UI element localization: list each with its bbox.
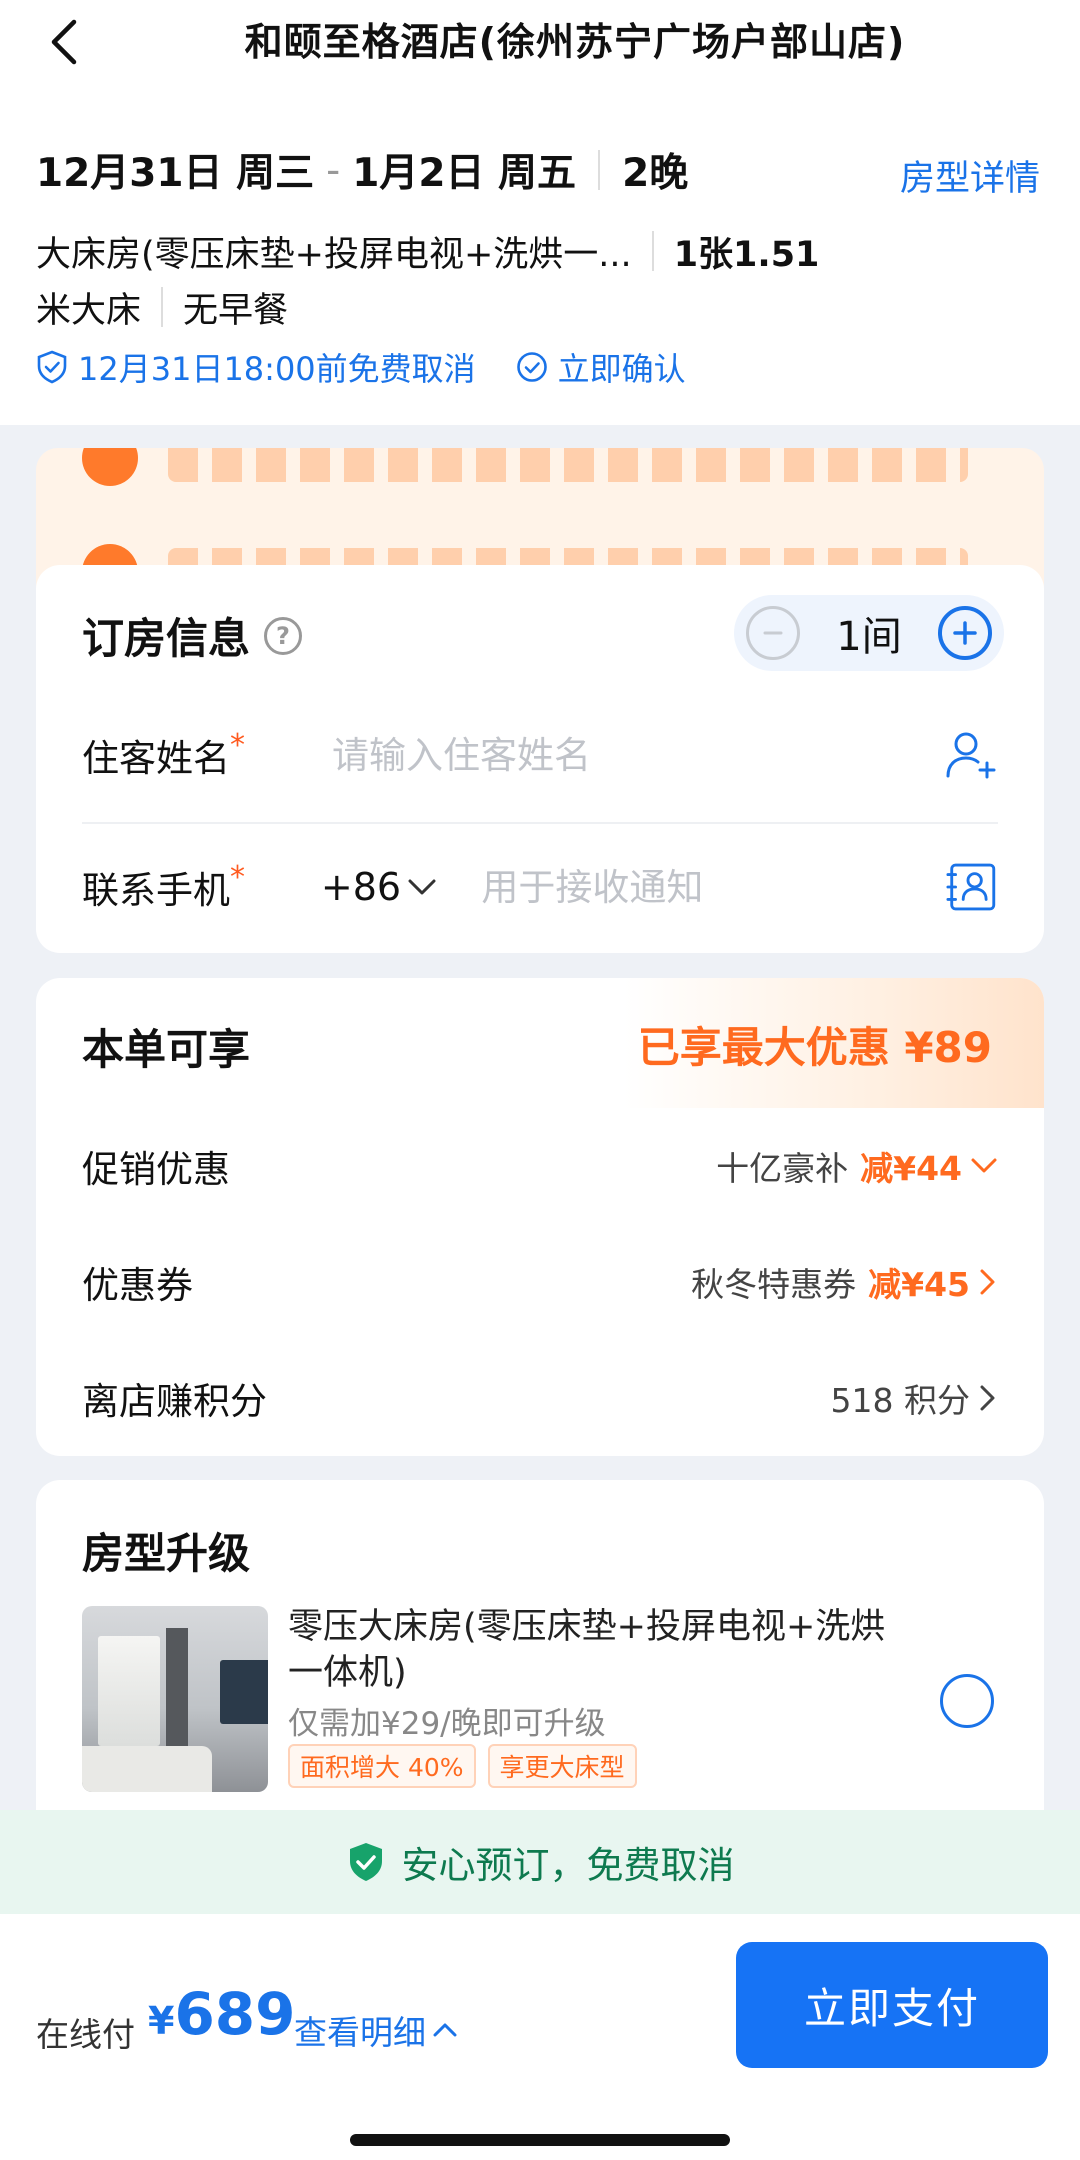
points-value: 518 积分 bbox=[831, 1374, 998, 1422]
decrease-button[interactable] bbox=[746, 606, 800, 660]
upgrade-price-note: 仅需加¥29/晚即可升级 bbox=[288, 1706, 606, 1742]
room-upgrade-card: 房型升级 零压大床房(零压床垫+投屏电视+洗烘一体机) 仅需加¥29/晚即可升级… bbox=[36, 1480, 1044, 1820]
add-guest-icon[interactable] bbox=[944, 728, 998, 782]
phone-input[interactable] bbox=[481, 865, 947, 909]
chevron-left-icon bbox=[51, 19, 77, 65]
room-quantity-stepper: 1间 bbox=[734, 595, 1004, 671]
divider bbox=[161, 287, 164, 327]
promo-discount-row[interactable]: 促销优惠 十亿豪补 减¥44 bbox=[82, 1136, 998, 1196]
divider bbox=[651, 231, 654, 271]
bed-info-cont: 米大床 bbox=[36, 290, 142, 331]
home-indicator bbox=[350, 2134, 730, 2146]
phone-row: 联系手机* +86 bbox=[82, 827, 998, 947]
discounts-card: 本单可享 已享最大优惠 ¥89 促销优惠 十亿豪补 减¥44 优惠券 秋冬特惠券… bbox=[36, 978, 1044, 1456]
bed-info: 1张1.51 bbox=[673, 234, 820, 275]
chevron-down-icon bbox=[408, 879, 436, 895]
minus-icon bbox=[763, 631, 783, 635]
promo-discount-label: 促销优惠 bbox=[82, 1148, 230, 1191]
coupon-value: 秋冬特惠券 减¥45 bbox=[691, 1258, 998, 1306]
room-name: 大床房(零压床垫+投屏电视+洗烘一... bbox=[36, 234, 632, 275]
thumb-tv bbox=[220, 1660, 268, 1724]
bottom-pay-bar: 在线付 ¥689 查看明细 立即支付 bbox=[0, 1914, 1080, 2160]
guest-name-row: 住客姓名* bbox=[82, 695, 998, 815]
pay-now-button[interactable]: 立即支付 bbox=[736, 1942, 1048, 2068]
shield-check-icon bbox=[37, 350, 67, 384]
divider bbox=[598, 150, 601, 190]
booking-title-text: 订房信息 bbox=[82, 614, 251, 663]
upgrade-radio[interactable] bbox=[940, 1674, 994, 1728]
country-code-select[interactable]: +86 bbox=[321, 865, 482, 909]
total-price: ¥689 bbox=[148, 1980, 296, 2048]
price-detail-link[interactable]: 查看明细 bbox=[294, 2006, 458, 2054]
nights-count: 2晚 bbox=[622, 151, 689, 196]
promo-discount-value: 十亿豪补 减¥44 bbox=[716, 1142, 998, 1190]
phone-label: 联系手机* bbox=[82, 860, 245, 912]
points-row[interactable]: 离店赚积分 518 积分 bbox=[82, 1368, 998, 1428]
guest-name-label: 住客姓名* bbox=[82, 728, 245, 780]
safe-banner-text: 安心预订，免费取消 bbox=[401, 1844, 735, 1887]
shield-check-icon bbox=[349, 1843, 382, 1881]
tag-bed: 享更大床型 bbox=[487, 1744, 637, 1788]
pay-label: 在线付 bbox=[36, 2015, 135, 2054]
breakfast-info: 无早餐 bbox=[183, 290, 289, 331]
divider bbox=[82, 822, 998, 824]
booking-title: 订房信息 ? bbox=[82, 605, 303, 666]
tag-area: 面积增大 40% bbox=[288, 1744, 476, 1788]
upgrade-room-name: 零压大床房(零压床垫+投屏电视+洗烘一体机) bbox=[288, 1607, 886, 1693]
instant-confirm-badge: 立即确认 bbox=[516, 344, 686, 390]
room-info: 大床房(零压床垫+投屏电视+洗烘一... 1张1.51 bbox=[36, 226, 819, 276]
thumb-bed bbox=[82, 1746, 212, 1792]
points-label: 离店赚积分 bbox=[82, 1380, 267, 1423]
cancel-policy-badge[interactable]: 12月31日18:00前免费取消 bbox=[36, 344, 476, 390]
back-button[interactable] bbox=[36, 14, 92, 70]
upgrade-tags: 面积增大 40% 享更大床型 bbox=[288, 1744, 649, 1788]
order-header: 和颐至格酒店(徐州苏宁广场户部山店) 12月31日 周三 - 1月2日 周五 2… bbox=[0, 0, 1080, 425]
chevron-up-icon bbox=[433, 2023, 457, 2037]
instant-confirm-text: 立即确认 bbox=[557, 350, 686, 388]
discounts-title: 本单可享 bbox=[82, 1025, 251, 1074]
chevron-right-icon bbox=[980, 1385, 995, 1411]
promo-text-blurred bbox=[168, 448, 968, 482]
stay-dates: 12月31日 周三 - 1月2日 周五 2晚 bbox=[36, 142, 688, 198]
thumb-window bbox=[98, 1636, 160, 1746]
room-thumbnail[interactable] bbox=[82, 1606, 268, 1792]
contacts-icon[interactable] bbox=[946, 860, 998, 914]
chevron-right-icon bbox=[980, 1269, 995, 1295]
coupon-row[interactable]: 优惠券 秋冬特惠券 减¥45 bbox=[82, 1252, 998, 1312]
date-separator: - bbox=[326, 147, 341, 193]
max-discount: 已享最大优惠 ¥89 bbox=[637, 1023, 992, 1072]
plus-icon bbox=[953, 621, 977, 645]
coupon-label: 优惠券 bbox=[82, 1264, 193, 1307]
guest-name-input[interactable] bbox=[332, 733, 944, 777]
hotel-title: 和颐至格酒店(徐州苏宁广场户部山店) bbox=[244, 20, 906, 64]
promo-icon bbox=[82, 448, 138, 486]
chevron-down-icon bbox=[971, 1158, 997, 1173]
increase-button[interactable] bbox=[937, 606, 992, 660]
cancel-policy-text: 12月31日18:00前免费取消 bbox=[78, 350, 476, 388]
help-icon[interactable]: ? bbox=[264, 616, 303, 655]
checkout-date: 1月2日 周五 bbox=[352, 151, 577, 196]
checkin-date: 12月31日 周三 bbox=[36, 151, 315, 196]
safe-booking-banner: 安心预订，免费取消 bbox=[0, 1810, 1080, 1914]
check-circle-icon bbox=[516, 352, 547, 382]
room-detail-link[interactable]: 房型详情 bbox=[900, 150, 1040, 201]
room-info-2: 米大床 无早餐 bbox=[36, 282, 288, 332]
booking-info-card: 订房信息 ? 1间 住客姓名* 联系手机* +86 bbox=[36, 565, 1044, 953]
policy-badges: 12月31日18:00前免费取消 立即确认 bbox=[36, 344, 726, 390]
upgrade-title: 房型升级 bbox=[82, 1529, 251, 1578]
room-quantity: 1间 bbox=[836, 614, 902, 660]
